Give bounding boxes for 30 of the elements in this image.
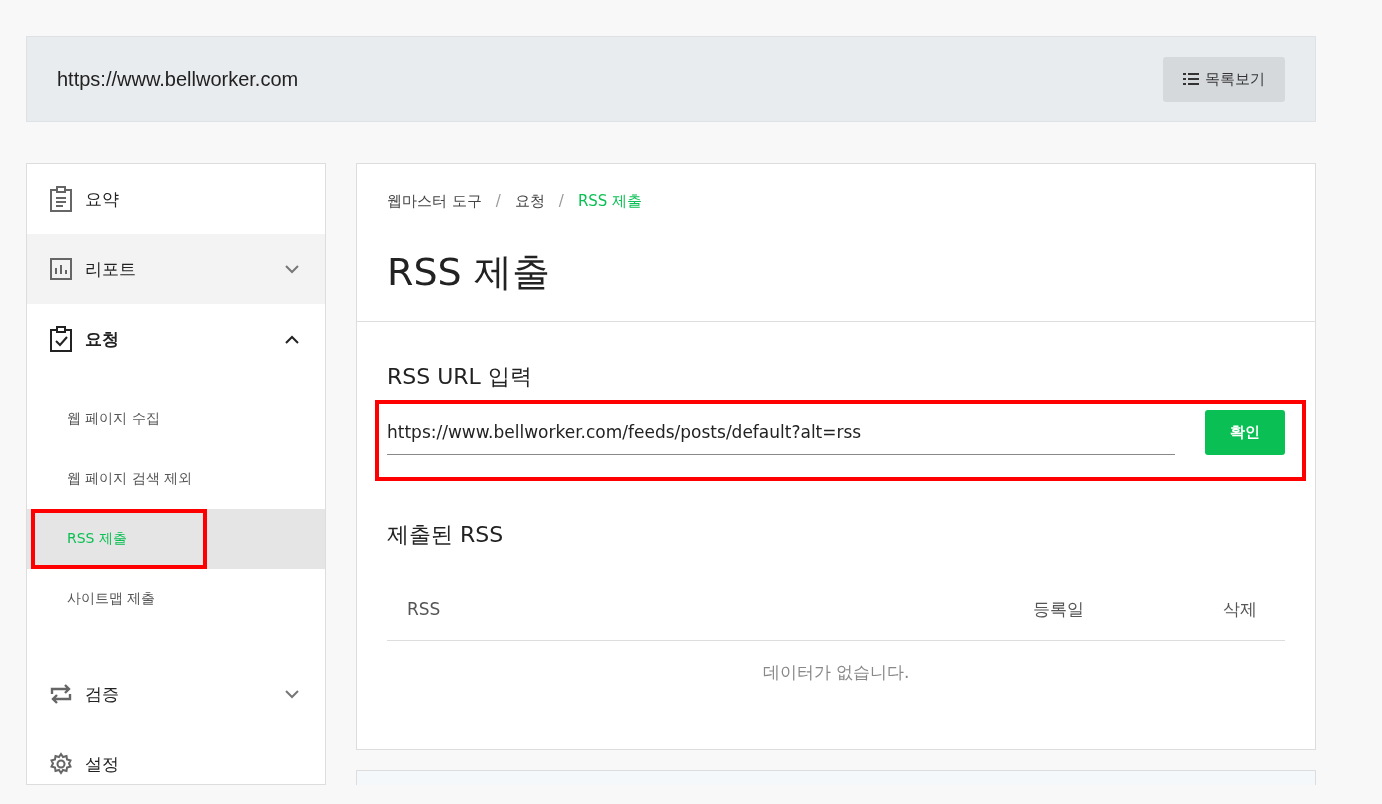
breadcrumb-separator: / [495, 192, 501, 211]
sidebar-item[interactable]: 요청 [27, 304, 325, 374]
swap-arrows-icon [49, 682, 73, 706]
sidebar-subitem[interactable]: 사이트맵 제출 [27, 569, 325, 629]
breadcrumb-link[interactable]: 웹마스터 도구 [387, 192, 482, 211]
section-title: 제출된 RSS [387, 521, 505, 549]
sidebar-item[interactable]: 리포트 [27, 234, 325, 304]
clipboard-icon [49, 186, 73, 212]
section-title: RSS URL 입력 [387, 363, 533, 391]
settings-icon [49, 752, 73, 776]
column-header: 삭제 [1223, 597, 1258, 621]
page-title: RSS 제출 [387, 253, 551, 291]
list-view-button[interactable]: 목록보기 [1163, 56, 1285, 102]
column-header: 등록일 [1033, 597, 1085, 621]
chevron-up-icon [285, 334, 299, 344]
sidebar-subitem[interactable]: 웹 페이지 검색 제외 [27, 449, 325, 509]
column-header: RSS [406, 599, 442, 619]
empty-message: 데이터가 없습니다. [762, 662, 910, 682]
clipboard-check-icon [49, 326, 73, 352]
bar-chart-icon [49, 257, 73, 281]
sidebar-item[interactable]: 요약 [27, 164, 325, 234]
sidebar-item[interactable]: 설정 [27, 729, 325, 799]
site-url: https://www.bellworker.com [57, 67, 299, 91]
list-icon [1183, 73, 1199, 85]
breadcrumb-separator: / [558, 192, 564, 211]
chevron-down-icon [285, 689, 299, 699]
chevron-down-icon [285, 264, 299, 274]
breadcrumb-link[interactable]: 요청 [514, 192, 545, 211]
sidebar-subitem[interactable]: 웹 페이지 수집 [27, 389, 325, 449]
sidebar-item[interactable]: 검증 [27, 659, 325, 729]
